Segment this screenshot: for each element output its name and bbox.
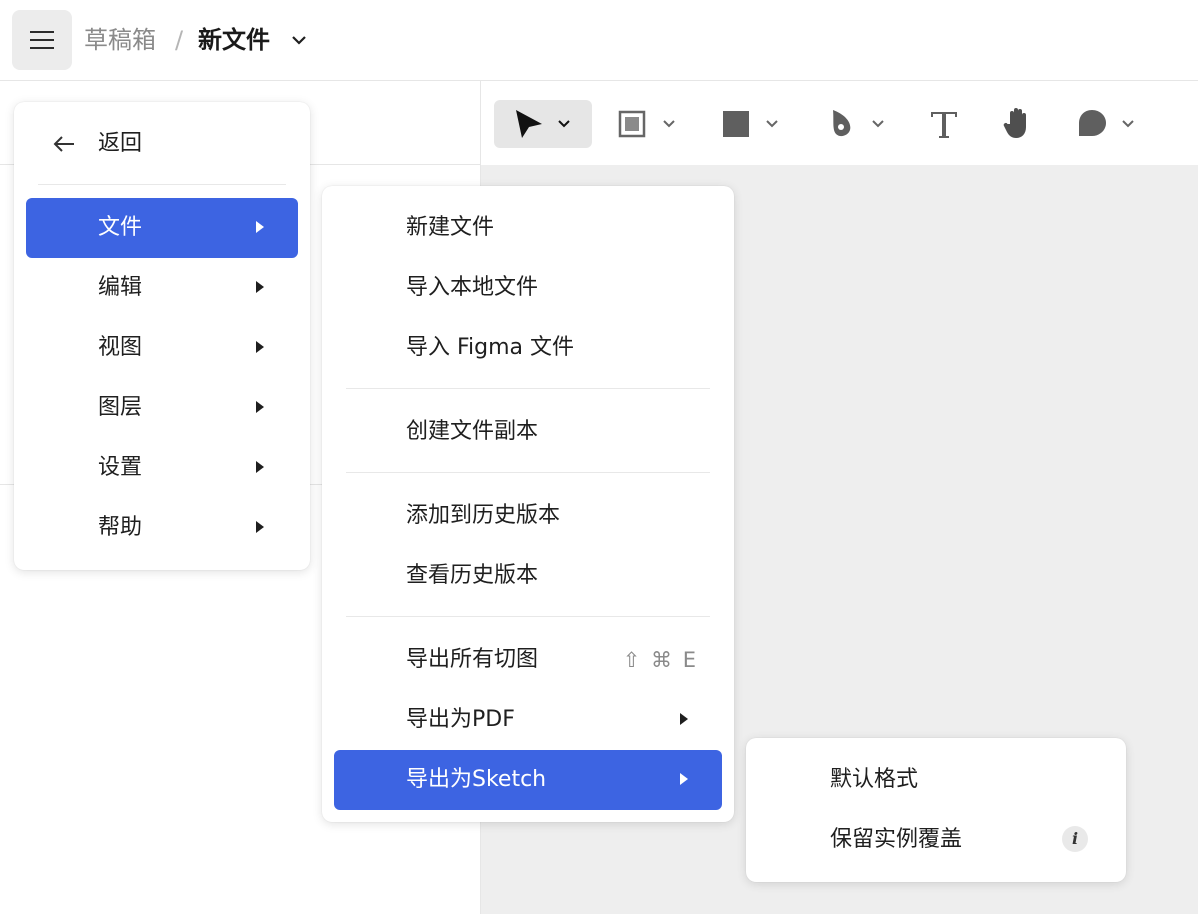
menu-item-export-pdf[interactable]: 导出为PDF — [334, 690, 722, 750]
comment-icon — [1079, 110, 1106, 136]
pen-icon — [833, 110, 851, 137]
menu-item-import-figma[interactable]: 导入 Figma 文件 — [334, 318, 722, 378]
submenu-arrow-icon — [680, 713, 688, 725]
chevron-down-icon — [558, 120, 570, 128]
menu-item-label: 图层 — [98, 395, 143, 420]
menu-item-label: 设置 — [98, 455, 143, 480]
submenu-arrow-icon — [256, 281, 264, 293]
menu-item-export-slices[interactable]: 导出所有切图 ⇧ ⌘ E — [334, 630, 722, 690]
menu-item-new-file[interactable]: 新建文件 — [334, 198, 722, 258]
chevron-down-icon — [766, 120, 778, 128]
menu-item-label: 导出所有切图 — [406, 647, 539, 672]
chevron-down-icon[interactable] — [289, 30, 309, 50]
frame-icon — [618, 110, 646, 138]
hand-tool[interactable] — [1000, 100, 1040, 148]
menu-item-label: 新建文件 — [406, 215, 495, 240]
menu-item-duplicate-file[interactable]: 创建文件副本 — [334, 402, 722, 462]
breadcrumb-separator: / — [175, 26, 184, 54]
menu-item-label: 保留实例覆盖 — [830, 827, 963, 852]
menu-item-file[interactable]: 文件 — [26, 198, 298, 258]
menu-item-export-sketch[interactable]: 导出为Sketch — [334, 750, 722, 810]
hamburger-icon — [30, 31, 54, 49]
menu-item-label: 导出为PDF — [406, 707, 515, 732]
menu-item-label: 导入本地文件 — [406, 275, 539, 300]
menu-item-add-to-history[interactable]: 添加到历史版本 — [334, 486, 722, 546]
move-tool[interactable] — [494, 100, 592, 148]
back-label: 返回 — [98, 131, 143, 156]
menu-item-label: 添加到历史版本 — [406, 503, 561, 528]
breadcrumb-drafts[interactable]: 草稿箱 — [84, 22, 156, 58]
keyboard-shortcut: ⇧ ⌘ E — [622, 648, 698, 672]
frame-tool[interactable] — [614, 100, 684, 148]
submenu-arrow-icon — [256, 341, 264, 353]
menu-item-help[interactable]: 帮助 — [26, 498, 298, 558]
menu-item-label: 查看历史版本 — [406, 563, 539, 588]
back-button[interactable]: 返回 — [14, 114, 310, 174]
info-icon[interactable]: i — [1062, 826, 1088, 852]
chevron-down-icon — [1122, 120, 1134, 128]
submenu-arrow-icon — [256, 461, 264, 473]
menu-item-label: 帮助 — [98, 515, 143, 540]
menu-item-label: 默认格式 — [830, 767, 919, 792]
rectangle-icon — [723, 111, 749, 137]
menu-item-label: 文件 — [98, 215, 143, 240]
export-sketch-submenu: 默认格式 保留实例覆盖 i — [746, 738, 1126, 882]
menu-item-default-format[interactable]: 默认格式 — [758, 750, 1114, 810]
tool-bar — [481, 81, 1198, 165]
chevron-down-icon — [872, 120, 884, 128]
file-submenu: 新建文件 导入本地文件 导入 Figma 文件 创建文件副本 添加到历史版本 查… — [322, 186, 734, 822]
menu-item-label: 编辑 — [98, 275, 143, 300]
submenu-arrow-icon — [256, 521, 264, 533]
menu-item-layers[interactable]: 图层 — [26, 378, 298, 438]
menu-item-view-history[interactable]: 查看历史版本 — [334, 546, 722, 606]
submenu-arrow-icon — [256, 221, 264, 233]
chevron-down-icon — [663, 120, 675, 128]
main-menu-button[interactable] — [12, 10, 72, 70]
menu-item-label: 创建文件副本 — [406, 419, 539, 444]
file-title[interactable]: 新文件 — [198, 22, 270, 58]
move-pointer-icon — [516, 110, 542, 138]
menu-item-settings[interactable]: 设置 — [26, 438, 298, 498]
text-tool[interactable] — [926, 100, 966, 148]
menu-separator — [346, 472, 710, 473]
menu-item-view[interactable]: 视图 — [26, 318, 298, 378]
menu-item-label: 视图 — [98, 335, 143, 360]
comment-tool[interactable] — [1074, 100, 1144, 148]
menu-item-edit[interactable]: 编辑 — [26, 258, 298, 318]
top-bar: 草稿箱 / 新文件 — [0, 0, 1198, 81]
arrow-left-icon — [53, 136, 74, 152]
menu-item-label: 导入 Figma 文件 — [406, 335, 575, 360]
hand-icon — [1003, 108, 1026, 138]
menu-separator — [346, 616, 710, 617]
menu-separator — [346, 388, 710, 389]
menu-separator — [38, 184, 286, 185]
rectangle-tool[interactable] — [718, 100, 788, 148]
text-icon — [931, 112, 957, 138]
menu-item-keep-instance-overrides[interactable]: 保留实例覆盖 i — [758, 810, 1114, 870]
menu-item-import-local[interactable]: 导入本地文件 — [334, 258, 722, 318]
pen-tool[interactable] — [824, 100, 894, 148]
submenu-arrow-icon — [680, 773, 688, 785]
main-menu: 返回 文件 编辑 视图 图层 设置 帮助 — [14, 102, 310, 570]
menu-item-label: 导出为Sketch — [406, 767, 547, 792]
submenu-arrow-icon — [256, 401, 264, 413]
